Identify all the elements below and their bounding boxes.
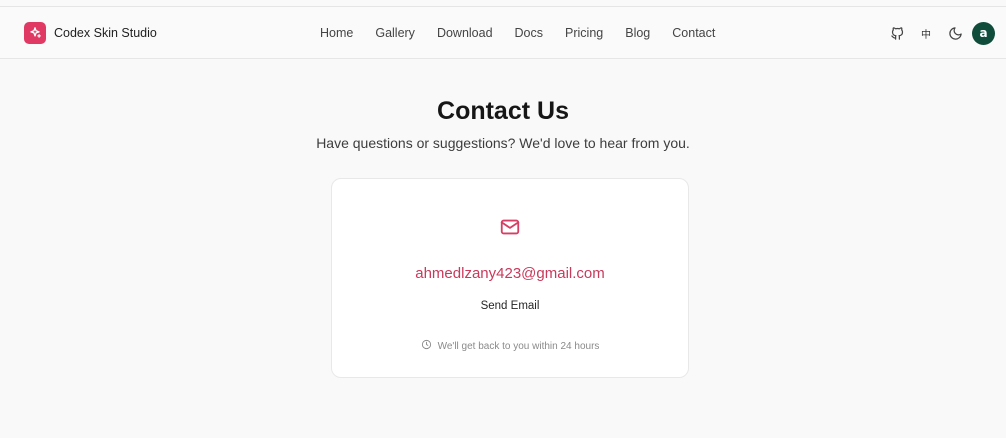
page-title: Contact Us	[437, 97, 569, 125]
brand-link[interactable]: Codex Skin Studio	[24, 22, 157, 44]
page-subtitle: Have questions or suggestions? We'd love…	[316, 135, 690, 151]
clock-icon	[421, 339, 432, 353]
nav-contact[interactable]: Contact	[672, 26, 715, 40]
nav-home[interactable]: Home	[320, 26, 353, 40]
moon-icon[interactable]	[943, 21, 967, 45]
sparkle-icon	[24, 22, 46, 44]
response-note: We'll get back to you within 24 hours	[332, 339, 688, 353]
nav-blog[interactable]: Blog	[625, 26, 650, 40]
nav-download[interactable]: Download	[437, 26, 493, 40]
language-toggle[interactable]: 中	[914, 21, 938, 45]
github-icon[interactable]	[885, 21, 909, 45]
main-nav: Home Gallery Download Docs Pricing Blog …	[320, 26, 715, 40]
contact-card: ahmedlzany423@gmail.com Send Email We'll…	[331, 178, 689, 378]
mail-icon	[499, 216, 521, 238]
response-note-text: We'll get back to you within 24 hours	[437, 340, 600, 352]
send-email-button[interactable]: Send Email	[332, 300, 688, 312]
avatar[interactable]: a	[972, 21, 995, 45]
brand-name: Codex Skin Studio	[54, 26, 157, 40]
nav-gallery[interactable]: Gallery	[375, 26, 415, 40]
navbar: Codex Skin Studio Home Gallery Download …	[0, 7, 1006, 59]
nav-docs[interactable]: Docs	[515, 26, 543, 40]
email-link[interactable]: ahmedlzany423@gmail.com	[332, 265, 688, 282]
nav-tools: 中 a	[880, 21, 995, 45]
nav-pricing[interactable]: Pricing	[565, 26, 603, 40]
